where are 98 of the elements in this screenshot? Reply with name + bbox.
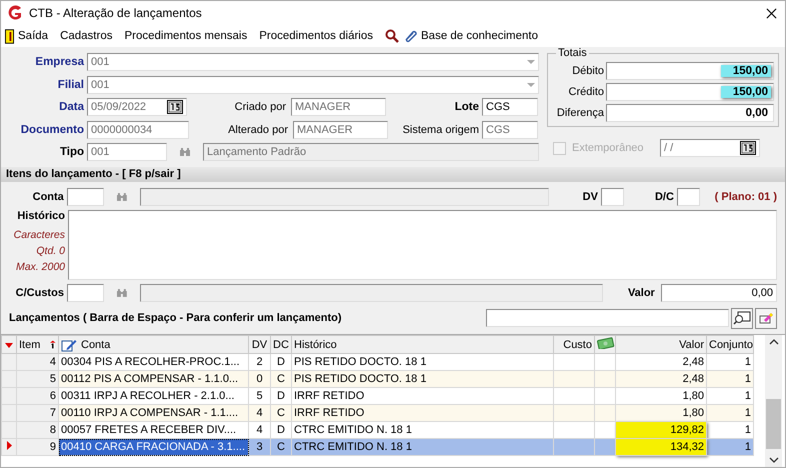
field-label: Criado por: [234, 101, 286, 114]
table-row[interactable]: 6 00311 IRPJ A RECOLHER - 2.1.0... 5 D IRRF RETIDO 1,80 1: [2, 388, 754, 404]
clear-button[interactable]: [755, 308, 777, 328]
field-label: DV: [582, 191, 598, 203]
table-cell: 4: [16, 354, 58, 370]
binoculars-icon[interactable]: [116, 192, 128, 202]
table-row[interactable]: 9 00410 CARGA FRACIONADA - 3.1.... 3 C CTRC EMITIDO N. 18 1 134,32 1: [2, 438, 754, 456]
window-title: CTB - Alteração de lançamentos: [29, 6, 202, 20]
menu-item[interactable]: Saída: [18, 30, 48, 42]
table-cell: 129,82: [616, 422, 706, 438]
field-label: Lote: [454, 101, 479, 114]
list-title: Lançamentos ( Barra de Espaço - Para conferir um lançamento): [9, 312, 342, 324]
field-label: Filial: [56, 78, 84, 91]
column-header[interactable]: Conta: [81, 338, 110, 350]
section-header: Itens do lançamento - [ F8 p/sair ]: [1, 167, 785, 182]
total-value: 150,00: [720, 86, 771, 98]
menu-item[interactable]: Procedimentos mensais: [124, 30, 248, 42]
menu-item[interactable]: Procedimentos diários: [259, 30, 373, 42]
menu-item[interactable]: Cadastros: [60, 30, 112, 42]
search-icon: [733, 311, 751, 325]
column-header[interactable]: Histórico: [294, 338, 337, 350]
sort-indicator-icon: [50, 339, 56, 350]
field-label: Sistema origem: [402, 124, 479, 136]
group-title: Totais: [556, 47, 589, 59]
company-dropdown[interactable]: 001: [87, 53, 539, 72]
date-field[interactable]: 05/09/2022: [87, 98, 187, 116]
cost-center-field[interactable]: [66, 284, 104, 302]
table-cell: 6: [16, 388, 58, 404]
scroll-up-icon[interactable]: [768, 339, 778, 345]
dc-field[interactable]: [676, 188, 700, 206]
type-description-field: Lançamento Padrão: [203, 143, 539, 162]
branch-dropdown[interactable]: 001: [87, 76, 539, 94]
dropdown-arrow-icon[interactable]: [527, 82, 535, 87]
field-label: Conta: [32, 191, 64, 203]
field-label: Débito: [571, 65, 604, 77]
search-button[interactable]: [731, 308, 753, 328]
table-cell: 00410 CARGA FRACIONADA - 3.1....: [58, 438, 248, 456]
table-cell: 7: [16, 404, 58, 422]
table-cell: 8: [16, 422, 58, 438]
binoculars-icon[interactable]: [179, 147, 191, 158]
table-row[interactable]: 5 00112 PIS A COMPENSAR - 1.1.0... 0 C PIS RETIDO DOCTO. 18 1 2,48 1: [2, 370, 754, 388]
table-row[interactable]: 4 00304 PIS A RECOLHER-PROC.1... 2 D PIS RETIDO DOCTO. 18 1 2,48 1: [2, 354, 754, 370]
table-cell: 1: [706, 438, 754, 456]
app-logo-icon: [7, 5, 23, 21]
table-cell: C: [270, 438, 292, 456]
checkbox-label: Extemporâneo: [572, 142, 645, 154]
money-icon: [597, 337, 615, 349]
changed-by-field[interactable]: MANAGER: [293, 120, 388, 139]
batch-field[interactable]: CGS: [482, 98, 538, 116]
table-row[interactable]: 8 00057 FRETES A RECEBER DIV.... 4 D CTRC EMITIDO N. 18 1 129,82 1: [2, 422, 754, 438]
field-label: Data: [58, 101, 84, 114]
table-cell: 5: [16, 370, 58, 388]
calendar-icon[interactable]: [740, 141, 756, 155]
table-cell: CTRC EMITIDO N. 18 1: [292, 438, 554, 456]
menu-item[interactable]: Base de conhecimento: [421, 30, 538, 42]
vertical-scrollbar[interactable]: [765, 335, 782, 467]
type-field[interactable]: 001: [87, 143, 167, 162]
calendar-icon[interactable]: [167, 100, 183, 114]
current-row-icon: [6, 441, 12, 450]
table-row[interactable]: 7 00110 IRPJ A COMPENSAR - 1.1.... 4 C IRRF RETIDO 1,80 1: [2, 404, 754, 422]
total-value: 0,00: [744, 107, 769, 119]
edit-icon: [61, 338, 77, 352]
door-icon: [5, 28, 14, 44]
character-count-label: Caracteres: [14, 228, 65, 243]
sort-arrow-icon: [5, 342, 13, 348]
dv-field[interactable]: [600, 188, 624, 206]
column-header[interactable]: Valor: [679, 338, 704, 350]
field-label: Tipo: [58, 146, 84, 158]
value-field[interactable]: 0,00: [660, 284, 777, 302]
eraser-icon: [758, 311, 774, 325]
field-label: Valor: [626, 287, 655, 299]
dropdown-arrow-icon[interactable]: [527, 60, 535, 64]
field-label: Diferença: [556, 107, 604, 119]
character-count-label: Qtd. 0: [36, 244, 65, 259]
scrollbar-thumb[interactable]: [766, 399, 781, 449]
total-value: 150,00: [720, 65, 771, 77]
account-field[interactable]: [66, 188, 104, 206]
plan-label: ( Plano: 01 ): [714, 191, 777, 203]
scroll-down-icon[interactable]: [768, 457, 778, 463]
close-icon[interactable]: [766, 8, 777, 18]
document-field[interactable]: 0000000034: [87, 120, 189, 139]
search-icon[interactable]: [385, 29, 399, 43]
search-field[interactable]: [486, 309, 729, 327]
created-by-field[interactable]: MANAGER: [291, 98, 386, 116]
table-cell: 9: [16, 438, 58, 456]
character-count-label: Max. 2000: [16, 260, 65, 275]
field-label: C/Custos: [14, 287, 64, 299]
field-label: Crédito: [568, 86, 604, 98]
table-cell: 3: [248, 438, 270, 456]
table-cell: 134,32: [616, 438, 706, 456]
field-label: Histórico: [17, 210, 65, 222]
field-label: D/C: [654, 191, 674, 203]
paperclip-icon: [403, 29, 417, 43]
binoculars-icon[interactable]: [116, 288, 128, 298]
field-label: Documento: [20, 124, 84, 136]
field-label: Alterado por: [227, 124, 288, 136]
origin-system-field[interactable]: CGS: [482, 120, 538, 139]
field-label: Empresa: [34, 56, 84, 68]
